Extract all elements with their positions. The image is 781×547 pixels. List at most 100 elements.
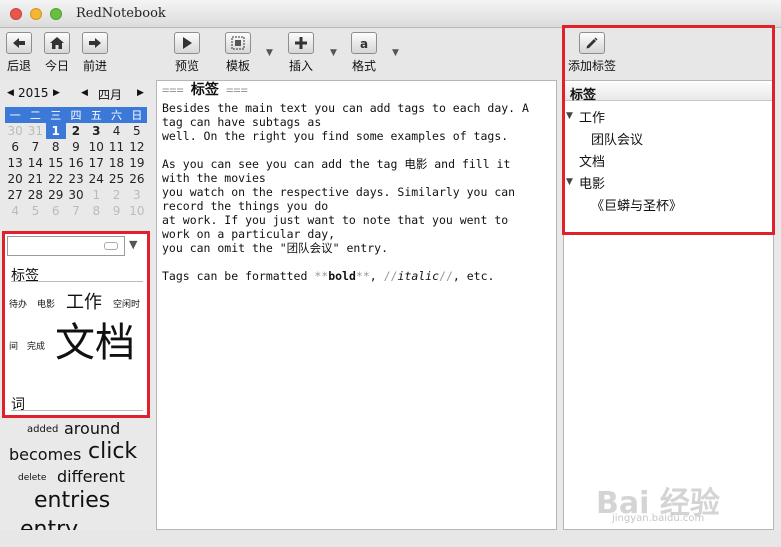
tag-column-header[interactable]: 标签	[564, 83, 773, 103]
home-icon	[44, 32, 70, 54]
calendar-day[interactable]: 1	[86, 187, 106, 203]
calendar-day[interactable]: 22	[46, 171, 66, 187]
cloud-word[interactable]: added	[27, 424, 58, 435]
tag-item[interactable]: 工作	[579, 107, 605, 126]
cloud-word[interactable]: entries	[34, 488, 110, 513]
prev-year-button[interactable]: ◀	[7, 88, 14, 98]
weekday-header: 五	[86, 107, 107, 123]
tag-item[interactable]: 团队会议	[591, 129, 643, 148]
calendar-day[interactable]: 6	[46, 203, 66, 219]
insert-button[interactable]: 插入	[288, 32, 314, 74]
calendar-day[interactable]: 30	[5, 123, 25, 139]
search-dropdown-button[interactable]: ▼	[129, 238, 137, 251]
words-cloud-title: 词	[11, 397, 25, 413]
weekday-header: 四	[65, 107, 87, 123]
calendar-day[interactable]: 25	[106, 171, 126, 187]
cloud-word[interactable]: 完成	[27, 339, 45, 352]
cloud-word[interactable]: delete	[18, 473, 46, 483]
cloud-word[interactable]: 待办	[9, 297, 27, 310]
calendar-day[interactable]: 14	[25, 155, 45, 171]
cloud-word[interactable]: different	[57, 467, 125, 486]
editor-line: record the things you do	[162, 199, 329, 213]
cloud-word[interactable]: click	[88, 439, 137, 464]
calendar-day[interactable]: 2	[106, 187, 126, 203]
cloud-word[interactable]: 电影	[37, 297, 55, 310]
calendar-day[interactable]: 3	[127, 187, 147, 203]
calendar-day[interactable]: 17	[86, 155, 106, 171]
format-button[interactable]: a 格式	[351, 32, 377, 74]
template-button[interactable]: 模板	[225, 32, 251, 74]
calendar-day[interactable]: 19	[127, 155, 147, 171]
calendar-day[interactable]: 27	[5, 187, 25, 203]
back-button[interactable]: 后退	[6, 32, 32, 74]
editor-panel[interactable]: === 标签 === Besides the main text you can…	[156, 80, 557, 530]
calendar-day[interactable]: 8	[46, 139, 66, 155]
tag-item[interactable]: 电影	[579, 173, 605, 192]
calendar-day[interactable]: 7	[25, 139, 45, 155]
tag-item[interactable]: 《巨蟒与圣杯》	[591, 195, 682, 214]
editor-line: you watch on the respective days. Simila…	[162, 185, 516, 199]
calendar-day[interactable]: 8	[86, 203, 106, 219]
calendar-day[interactable]: 7	[66, 203, 86, 219]
insert-dropdown-arrow[interactable]: ▼	[330, 48, 337, 58]
today-button[interactable]: 今日	[44, 32, 70, 74]
calendar-day[interactable]: 4	[106, 123, 126, 139]
format-dropdown-arrow[interactable]: ▼	[392, 48, 399, 58]
calendar-day[interactable]: 20	[5, 171, 25, 187]
next-year-button[interactable]: ▶	[53, 88, 60, 98]
calendar-day[interactable]: 24	[86, 171, 106, 187]
forward-button[interactable]: 前进	[82, 32, 108, 74]
calendar-day[interactable]: 9	[66, 139, 86, 155]
cloud-word[interactable]: 空闲时	[113, 297, 140, 310]
clear-search-icon[interactable]	[104, 242, 118, 250]
minimize-window-button[interactable]	[30, 8, 42, 20]
weekday-header: 一	[5, 107, 26, 123]
calendar-day[interactable]: 28	[25, 187, 45, 203]
calendar-day[interactable]: 4	[5, 203, 25, 219]
next-month-button[interactable]: ▶	[137, 88, 144, 98]
close-window-button[interactable]	[10, 8, 22, 20]
tag-item[interactable]: 文档	[579, 151, 605, 170]
add-tag-button[interactable]: 添加标签	[568, 32, 616, 74]
pencil-icon	[579, 32, 605, 54]
calendar-day[interactable]: 16	[66, 155, 86, 171]
calendar-day[interactable]: 13	[5, 155, 25, 171]
calendar: ◀ 2015 ▶ ◀ 四月 ▶ 一 二 三 四 五 六 日 30 31 1 2 …	[5, 84, 147, 219]
year-label: 2015	[18, 86, 49, 100]
calendar-day[interactable]: 5	[127, 123, 147, 139]
calendar-day[interactable]: 11	[106, 139, 126, 155]
calendar-day-selected[interactable]: 1	[45, 123, 66, 139]
prev-month-button[interactable]: ◀	[81, 88, 88, 98]
calendar-day[interactable]: 9	[106, 203, 126, 219]
preview-button[interactable]: 预览	[174, 32, 200, 74]
calendar-day[interactable]: 2	[66, 123, 86, 139]
cloud-word[interactable]: 文档	[55, 310, 135, 368]
text-editor[interactable]: === 标签 === Besides the main text you can…	[162, 83, 552, 283]
title-bar: RedNotebook	[0, 0, 781, 28]
calendar-day[interactable]: 6	[5, 139, 25, 155]
calendar-day[interactable]: 30	[66, 187, 86, 203]
calendar-day[interactable]: 3	[86, 123, 106, 139]
left-panel: ◀ 2015 ▶ ◀ 四月 ▶ 一 二 三 四 五 六 日 30 31 1 2 …	[0, 80, 152, 547]
cloud-word[interactable]: 间	[9, 339, 18, 352]
calendar-day[interactable]: 26	[127, 171, 147, 187]
bold-markup: **	[355, 269, 370, 283]
calendar-day[interactable]: 31	[25, 123, 45, 139]
calendar-day[interactable]: 10	[86, 139, 106, 155]
expander-icon[interactable]: ▼	[566, 111, 573, 121]
calendar-day[interactable]: 10	[127, 203, 147, 219]
zoom-window-button[interactable]	[50, 8, 62, 20]
cloud-word[interactable]: around	[64, 421, 120, 438]
calendar-day[interactable]: 12	[127, 139, 147, 155]
template-dropdown-arrow[interactable]: ▼	[266, 48, 273, 58]
calendar-day[interactable]: 15	[46, 155, 66, 171]
calendar-day[interactable]: 5	[25, 203, 45, 219]
calendar-day[interactable]: 29	[46, 187, 66, 203]
calendar-day[interactable]: 23	[66, 171, 86, 187]
calendar-day[interactable]: 21	[25, 171, 45, 187]
cloud-word[interactable]: becomes	[9, 445, 81, 464]
expander-icon[interactable]: ▼	[566, 177, 573, 187]
calendar-day[interactable]: 18	[106, 155, 126, 171]
tags-cloud-divider	[11, 281, 143, 282]
